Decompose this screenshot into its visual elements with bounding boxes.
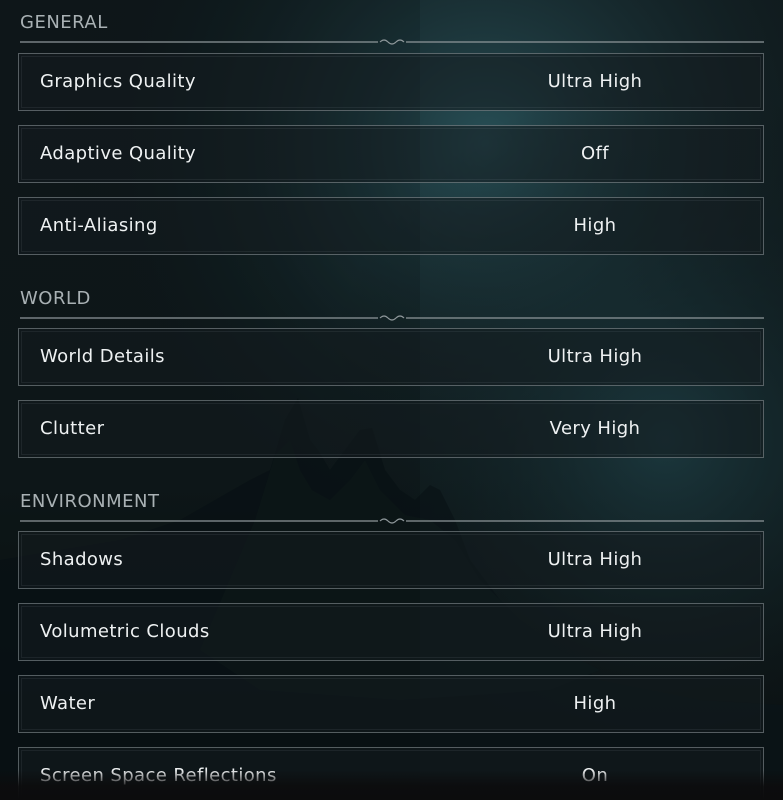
setting-row-water[interactable]: Water High <box>18 675 764 733</box>
setting-row-volumetric-clouds[interactable]: Volumetric Clouds Ultra High <box>18 603 764 661</box>
setting-row-shadows[interactable]: Shadows Ultra High <box>18 531 764 589</box>
setting-value: Ultra High <box>547 346 643 367</box>
section-title-general: GENERAL <box>20 12 108 33</box>
setting-value: Ultra High <box>547 549 643 570</box>
setting-value: On <box>581 765 609 786</box>
setting-label: World Details <box>40 346 165 367</box>
setting-label: Graphics Quality <box>40 71 196 92</box>
section-divider <box>20 39 764 45</box>
setting-label: Screen Space Reflections <box>40 765 277 786</box>
setting-value: High <box>573 693 617 714</box>
setting-value: Off <box>580 143 610 164</box>
setting-row-anti-aliasing[interactable]: Anti-Aliasing High <box>18 197 764 255</box>
section-header-world: WORLD <box>20 288 764 321</box>
graphics-settings-panel: GENERAL Graphics Quality Ultra High Adap… <box>0 0 783 800</box>
setting-label: Shadows <box>40 549 124 570</box>
setting-label: Volumetric Clouds <box>40 621 210 642</box>
section-title-environment: ENVIRONMENT <box>20 491 160 512</box>
setting-label: Anti-Aliasing <box>40 215 158 236</box>
setting-value: Ultra High <box>547 621 643 642</box>
setting-row-graphics-quality[interactable]: Graphics Quality Ultra High <box>18 53 764 111</box>
setting-row-world-details[interactable]: World Details Ultra High <box>18 328 764 386</box>
section-divider <box>20 315 764 321</box>
setting-label: Water <box>40 693 96 714</box>
section-divider <box>20 518 764 524</box>
setting-row-screen-space-reflections[interactable]: Screen Space Reflections On <box>18 747 764 800</box>
setting-row-adaptive-quality[interactable]: Adaptive Quality Off <box>18 125 764 183</box>
setting-value: Ultra High <box>547 71 643 92</box>
section-header-general: GENERAL <box>20 12 764 45</box>
setting-row-clutter[interactable]: Clutter Very High <box>18 400 764 458</box>
section-title-world: WORLD <box>20 288 91 309</box>
setting-label: Clutter <box>40 418 105 439</box>
setting-label: Adaptive Quality <box>40 143 197 164</box>
setting-value: Very High <box>549 418 641 439</box>
section-header-environment: ENVIRONMENT <box>20 491 764 524</box>
setting-value: High <box>573 215 617 236</box>
